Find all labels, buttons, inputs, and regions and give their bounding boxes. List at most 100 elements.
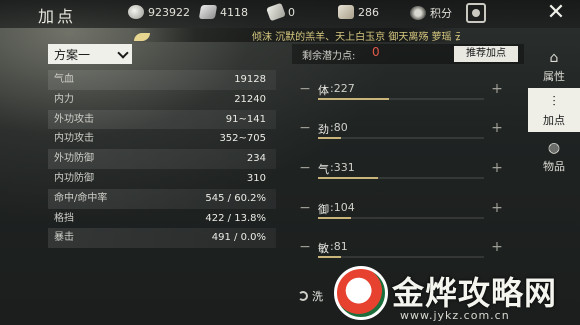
stat-value: 21240 bbox=[234, 93, 266, 105]
attribute-row-qi: − 气 :331 + bbox=[298, 160, 506, 184]
attribute-value: :227 bbox=[330, 82, 355, 95]
chat-marquee: 倾沫 沉默的羔羊、天上白玉京 御天离殇 萝瑶 云水谣 bbox=[130, 28, 460, 42]
stat-list: 气血 19128 内力 21240 外功攻击 91~141 内功攻击 352~705 外… bbox=[48, 70, 276, 249]
attribute-bar bbox=[318, 217, 484, 219]
points-icon bbox=[410, 6, 426, 20]
stat-value: 491 / 0.0% bbox=[211, 232, 266, 244]
refresh-icon bbox=[298, 291, 308, 301]
leaf-icon bbox=[134, 33, 150, 41]
side-tabs: ⌂ 属性 ⫶ 加点 ◍ 物品 bbox=[528, 44, 580, 179]
attribute-name: 体 bbox=[318, 84, 329, 97]
plus-button[interactable]: + bbox=[490, 82, 504, 97]
attribute-bar-fill bbox=[318, 217, 352, 219]
stat-row-ext-atk: 外功攻击 91~141 bbox=[48, 109, 276, 130]
silver-resource: 4118 bbox=[198, 5, 248, 19]
coin-value: 923922 bbox=[148, 5, 190, 19]
attribute-row-min: − 敏 :81 + bbox=[298, 239, 506, 263]
plus-button[interactable]: + bbox=[490, 240, 504, 255]
stat-value: 310 bbox=[246, 172, 266, 184]
attribute-name: 劲 bbox=[318, 123, 329, 136]
wash-points-button[interactable]: 洗 bbox=[298, 288, 338, 310]
chat-marquee-text: 倾沫 沉默的羔羊、天上白玉京 御天离殇 萝瑶 云水谣 bbox=[252, 32, 460, 42]
attribute-value: :80 bbox=[330, 121, 348, 134]
tab-label: 加点 bbox=[543, 114, 565, 127]
points-label: 积分 bbox=[430, 7, 452, 20]
stat-value: 91~141 bbox=[225, 113, 266, 125]
attribute-bar-fill bbox=[318, 137, 342, 139]
stat-value: 352~705 bbox=[219, 133, 266, 145]
attribute-row-jin: − 劲 :80 + bbox=[298, 120, 506, 144]
coin-resource: 923922 bbox=[128, 5, 190, 19]
page-title: 加点 bbox=[38, 7, 77, 26]
minus-button[interactable]: − bbox=[298, 161, 312, 176]
points-resource[interactable]: 积分 bbox=[410, 5, 452, 21]
chevron-down-icon bbox=[117, 47, 129, 59]
stat-label: 暴击 bbox=[54, 232, 74, 244]
stat-label: 内力 bbox=[54, 93, 74, 105]
scheme-label: 方案一 bbox=[54, 48, 91, 62]
ticket-icon bbox=[266, 2, 286, 22]
plus-button[interactable]: + bbox=[490, 161, 504, 176]
minus-button[interactable]: − bbox=[298, 201, 312, 216]
tab-add-points[interactable]: ⫶ 加点 bbox=[528, 88, 580, 132]
stat-value: 422 / 13.8% bbox=[205, 212, 266, 224]
tab-attributes[interactable]: ⌂ 属性 bbox=[528, 44, 580, 88]
watermark-name: 金烨攻略网 bbox=[392, 274, 558, 312]
attribute-value: :331 bbox=[330, 161, 355, 174]
tab-items[interactable]: ◍ 物品 bbox=[528, 134, 580, 178]
scroll-icon bbox=[338, 5, 354, 19]
stat-label: 命中/命中率 bbox=[54, 192, 108, 204]
wash-label: 洗 bbox=[312, 290, 323, 303]
remaining-points-value: 0 bbox=[372, 45, 380, 59]
stat-row-mp: 内力 21240 bbox=[48, 90, 276, 110]
attribute-bar-fill bbox=[318, 177, 378, 179]
silver-icon bbox=[198, 5, 218, 19]
attribute-name: 御 bbox=[318, 203, 329, 216]
stat-row-ext-def: 外功防御 234 bbox=[48, 149, 276, 169]
stat-value: 545 / 60.2% bbox=[205, 192, 266, 204]
stat-label: 外功防御 bbox=[54, 153, 94, 165]
attribute-row-yu: − 御 :104 + bbox=[298, 200, 506, 224]
attribute-header: 剩余潜力点: 0 推荐加点 bbox=[292, 44, 524, 64]
stat-row-hit: 命中/命中率 545 / 60.2% bbox=[48, 188, 276, 209]
attribute-name: 气 bbox=[318, 163, 329, 176]
recommend-button[interactable]: 推荐加点 bbox=[454, 46, 518, 62]
scroll-value: 286 bbox=[358, 5, 379, 19]
stat-row-crit: 暴击 491 / 0.0% bbox=[48, 228, 276, 249]
settings-icon[interactable] bbox=[466, 3, 486, 23]
stat-value: 19128 bbox=[234, 74, 266, 85]
pagoda-icon: ⌂ bbox=[549, 50, 559, 66]
stats-panel: 方案一 气血 19128 内力 21240 外功攻击 91~141 内功攻击 352~7… bbox=[48, 44, 276, 320]
silver-value: 4118 bbox=[220, 5, 248, 19]
attribute-bar bbox=[318, 137, 484, 139]
ticket-resource: 0 bbox=[266, 2, 295, 22]
coin-icon bbox=[128, 5, 144, 19]
attribute-bar bbox=[318, 256, 484, 258]
minus-button[interactable]: − bbox=[298, 240, 312, 255]
plus-button[interactable]: + bbox=[490, 201, 504, 216]
bag-icon: ◍ bbox=[547, 140, 561, 156]
minus-button[interactable]: − bbox=[298, 82, 312, 97]
stat-row-int-def: 内功防御 310 bbox=[48, 169, 276, 189]
tab-label: 物品 bbox=[543, 160, 565, 173]
attribute-value: :104 bbox=[330, 201, 355, 214]
stat-value: 234 bbox=[246, 153, 266, 165]
ticket-value: 0 bbox=[288, 5, 295, 19]
attribute-value: :81 bbox=[330, 240, 348, 253]
scroll-resource: 286 bbox=[338, 5, 379, 19]
attribute-name: 敏 bbox=[318, 242, 329, 255]
watermark: 金烨攻略网 www.jykz.com.cn bbox=[334, 262, 580, 325]
minus-button[interactable]: − bbox=[298, 121, 312, 136]
stat-label: 气血 bbox=[54, 74, 74, 85]
scheme-dropdown[interactable]: 方案一 bbox=[48, 44, 132, 64]
watermark-url: www.jykz.com.cn bbox=[400, 309, 510, 322]
plus-button[interactable]: + bbox=[490, 121, 504, 136]
stat-label: 格挡 bbox=[54, 212, 74, 224]
stat-label: 内功防御 bbox=[54, 172, 94, 184]
top-bar: 加点 923922 4118 0 286 积分 ✕ bbox=[0, 0, 580, 28]
attribute-bar bbox=[318, 98, 484, 100]
stat-label: 外功攻击 bbox=[54, 113, 94, 125]
close-button[interactable]: ✕ bbox=[544, 0, 568, 25]
attribute-bar-fill bbox=[318, 256, 342, 258]
stat-row-int-atk: 内功攻击 352~705 bbox=[48, 129, 276, 149]
